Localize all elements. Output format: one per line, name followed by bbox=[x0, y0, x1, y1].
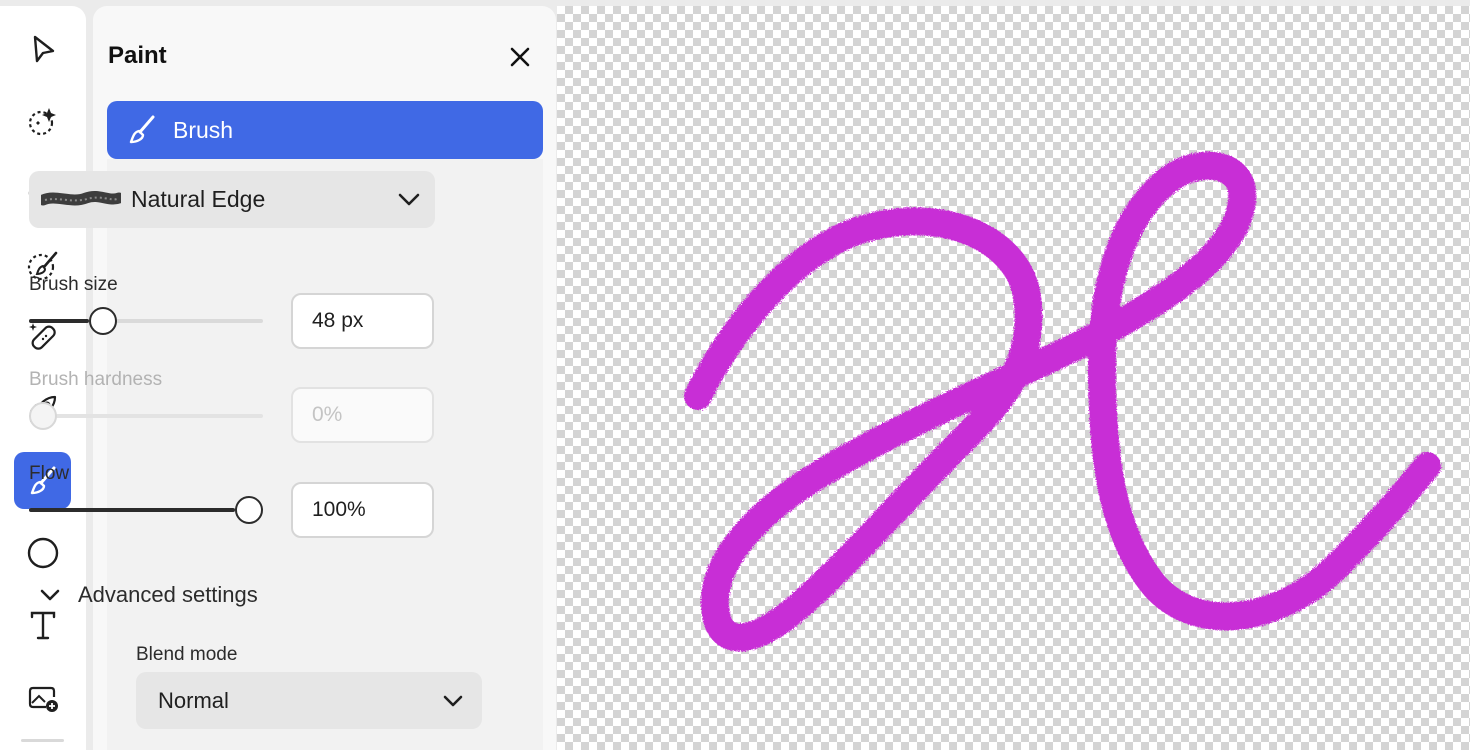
brush-hardness-label: Brush hardness bbox=[29, 369, 163, 390]
flow-slider[interactable] bbox=[29, 495, 263, 525]
canvas[interactable] bbox=[557, 6, 1470, 750]
brush-preset-thumbnail bbox=[41, 190, 121, 205]
close-icon bbox=[510, 47, 530, 67]
text-icon bbox=[30, 611, 55, 639]
panel-title: Paint bbox=[108, 42, 167, 69]
blend-mode-value: Normal bbox=[158, 687, 229, 713]
blend-mode-label: Blend mode bbox=[136, 644, 238, 665]
brush-tab-label: Brush bbox=[173, 116, 234, 143]
add-image-tool-button[interactable] bbox=[14, 668, 71, 725]
slider-handle[interactable] bbox=[235, 496, 263, 524]
sparkle-select-icon bbox=[28, 107, 56, 135]
paint-panel: Paint Brush bbox=[93, 6, 556, 750]
paintbrush-icon bbox=[125, 113, 159, 147]
circle-icon bbox=[27, 537, 58, 568]
shape-tool-button[interactable] bbox=[14, 524, 71, 581]
slider-handle[interactable] bbox=[88, 307, 117, 335]
chevron-down-icon bbox=[398, 193, 420, 206]
slider-fill bbox=[29, 319, 89, 323]
brush-size-label: Brush size bbox=[29, 274, 118, 295]
brush-size-input[interactable]: 48 px bbox=[291, 293, 434, 349]
brush-stroke bbox=[684, 151, 1441, 652]
close-button[interactable] bbox=[506, 43, 534, 71]
brush-size-slider[interactable] bbox=[29, 306, 263, 336]
toolbar-divider bbox=[21, 739, 64, 742]
slider-fill bbox=[29, 508, 235, 512]
slider-track bbox=[29, 414, 263, 418]
flow-input[interactable]: 100% bbox=[291, 482, 434, 538]
brush-hardness-slider bbox=[29, 401, 263, 431]
blend-mode-dropdown[interactable]: Normal bbox=[136, 672, 482, 729]
cursor-arrow-icon bbox=[33, 35, 54, 62]
add-image-icon bbox=[28, 686, 58, 712]
flow-label: Flow bbox=[29, 463, 70, 484]
brush-preset-dropdown[interactable]: Natural Edge bbox=[29, 171, 435, 228]
brush-preset-label: Natural Edge bbox=[131, 186, 266, 212]
chevron-down-icon bbox=[40, 589, 60, 601]
slider-handle bbox=[29, 402, 57, 430]
advanced-settings-toggle[interactable]: Advanced settings bbox=[39, 582, 258, 608]
chevron-down-icon bbox=[443, 695, 463, 707]
brush-hardness-input: 0% bbox=[291, 387, 434, 443]
advanced-settings-label: Advanced settings bbox=[78, 582, 258, 607]
select-tool-button[interactable] bbox=[14, 20, 71, 77]
painted-stroke bbox=[684, 151, 1441, 652]
brush-tab[interactable]: Brush bbox=[107, 101, 543, 159]
quick-actions-tool-button[interactable] bbox=[14, 92, 71, 149]
